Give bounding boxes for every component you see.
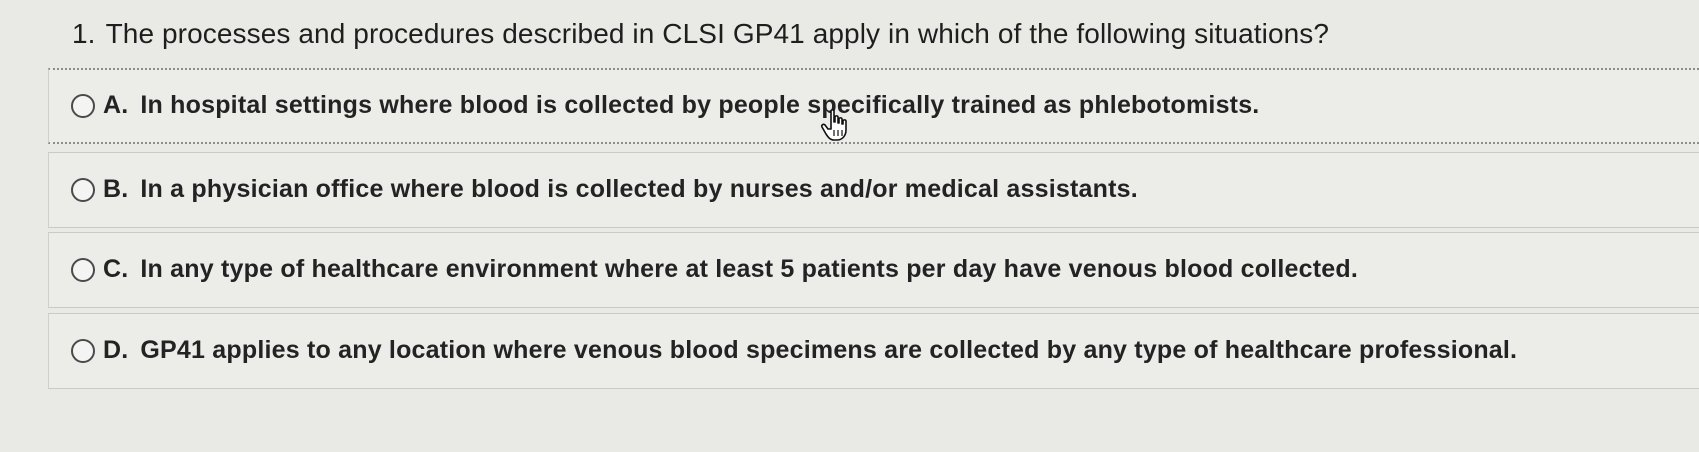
option-c-letter: C. bbox=[103, 254, 129, 283]
option-b[interactable]: B. In a physician office where blood is c… bbox=[48, 152, 1699, 228]
option-d-text: D. GP41 applies to any location where ven… bbox=[103, 336, 1517, 365]
option-d-letter: D. bbox=[103, 335, 129, 364]
option-a-letter: A. bbox=[103, 90, 129, 119]
radio-option-a[interactable] bbox=[71, 94, 95, 118]
option-d[interactable]: D. GP41 applies to any location where ven… bbox=[48, 313, 1699, 389]
option-a-text: A. In hospital settings where blood is co… bbox=[103, 91, 1259, 120]
option-b-text: B. In a physician office where blood is c… bbox=[103, 175, 1138, 204]
option-b-label: In a physician office where blood is col… bbox=[140, 174, 1138, 203]
option-c[interactable]: C. In any type of healthcare environment … bbox=[48, 232, 1699, 308]
option-a-label: In hospital settings where blood is coll… bbox=[140, 90, 1260, 119]
radio-option-d[interactable] bbox=[71, 339, 95, 363]
radio-option-c[interactable] bbox=[71, 258, 95, 282]
question-number: 1. bbox=[72, 18, 96, 49]
option-a[interactable]: A. In hospital settings where blood is co… bbox=[48, 68, 1699, 144]
hand-pointer-icon bbox=[820, 109, 847, 141]
option-c-text: C. In any type of healthcare environment … bbox=[103, 255, 1358, 284]
option-b-letter: B. bbox=[103, 174, 129, 203]
question-text: The processes and procedures described i… bbox=[105, 18, 1330, 49]
radio-option-b[interactable] bbox=[71, 178, 95, 202]
option-c-label: In any type of healthcare environment wh… bbox=[140, 254, 1358, 283]
option-d-label: GP41 applies to any location where venou… bbox=[140, 335, 1518, 364]
question-prompt: 1. The processes and procedures described… bbox=[72, 18, 1329, 50]
